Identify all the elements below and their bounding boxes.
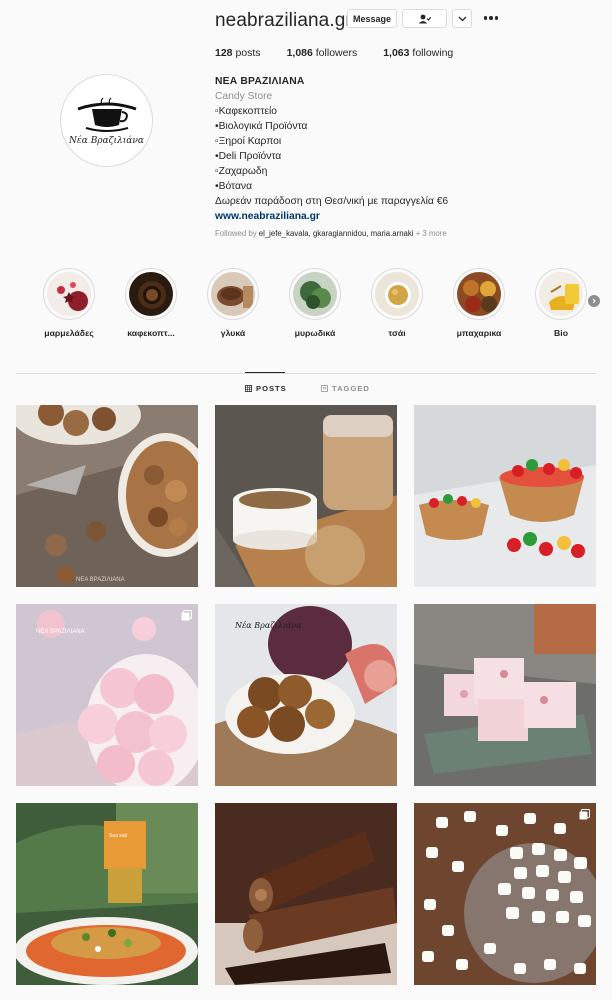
active-tab-indicator (245, 372, 285, 373)
post-thumbnail[interactable] (414, 405, 596, 587)
tab-tagged[interactable]: TAGGED (321, 384, 370, 393)
bio-line: ▫Καφεκοπτείο (215, 106, 277, 117)
highlight-label: τσάι (388, 328, 406, 338)
multiple-photos-icon (181, 610, 192, 621)
post-thumbnail[interactable] (215, 405, 397, 587)
post-thumbnail[interactable]: Νέα Βραζιλιάνα (215, 604, 397, 786)
highlight-label: Bio (554, 328, 568, 338)
avatar-logo-text: Νέα Βραζιλιάνα (69, 136, 144, 146)
post-thumbnail[interactable] (414, 803, 596, 985)
story-highlights: μαρμελάδες καφεκοπτ... γλυκά μυρωδικά τσ… (0, 268, 612, 348)
highlight-bio[interactable]: Bio (526, 268, 596, 338)
profile-header: Νέα Βραζιλιάνα neabraziliana.gr Message … (0, 0, 612, 250)
highlight-glyka[interactable]: γλυκά (198, 268, 268, 338)
highlight-tsai[interactable]: τσάι (362, 268, 432, 338)
profile-username: neabraziliana.gr (215, 10, 352, 31)
following-count[interactable]: 1,063 following (383, 47, 453, 59)
chevron-right-icon (592, 298, 596, 304)
bio-category: Candy Store (215, 91, 273, 102)
followed-by[interactable]: Followed by el_jefe_kavala, gkaragiannid… (215, 229, 447, 238)
tab-posts[interactable]: POSTS (245, 384, 287, 393)
tagged-user-icon (321, 385, 328, 392)
posts-count: 128 posts (215, 47, 261, 59)
chevron-down-icon (458, 16, 466, 21)
profile-bio: ΝΕΑ ΒΡΑΖΙΛΙΑΝΑ Candy Store ▫Καφεκοπτείο … (215, 74, 595, 224)
highlights-next-button[interactable] (588, 295, 600, 307)
bio-line: •Deli Προϊόντα (215, 151, 282, 162)
highlight-label: γλυκά (220, 328, 246, 338)
tabs-divider (16, 373, 596, 374)
svg-text:ΝΕΑ ΒΡΑΖΙΛΙΑΝΑ: ΝΕΑ ΒΡΑΖΙΛΙΑΝΑ (36, 629, 85, 635)
bio-line: ▫Ζαχαρωδη (215, 166, 268, 177)
coffee-cup-logo-icon (77, 97, 136, 132)
message-button[interactable]: Message (347, 9, 397, 28)
profile-avatar[interactable]: Νέα Βραζιλιάνα (60, 74, 153, 167)
post-thumbnail[interactable]: ΝΕΑ ΒΡΑΖΙΛΙΑΝΑ (16, 405, 198, 587)
post-thumbnail[interactable]: Sea salt (16, 803, 198, 985)
highlight-mpaxarika[interactable]: μπαχαρικα (444, 268, 514, 338)
post-thumbnail[interactable]: ΝΕΑ ΒΡΑΖΙΛΙΑΝΑ (16, 604, 198, 786)
bio-line: •Βότανα (215, 181, 253, 192)
bio-line: ▫Ξηροί Καρποι (215, 136, 282, 147)
svg-text:ΝΕΑ ΒΡΑΖΙΛΙΑΝΑ: ΝΕΑ ΒΡΑΖΙΛΙΑΝΑ (76, 577, 125, 583)
highlight-marmelades[interactable]: μαρμελάδες (34, 268, 104, 338)
highlight-label: μπαχαρικα (456, 328, 502, 338)
following-button[interactable] (402, 9, 447, 28)
bio-website-link[interactable]: www.neabraziliana.gr (215, 209, 595, 224)
user-check-icon (418, 14, 431, 23)
grid-icon (245, 385, 252, 392)
highlight-myrodika[interactable]: μυρωδικά (280, 268, 350, 338)
svg-text:Sea salt: Sea salt (109, 833, 128, 839)
posts-grid: ΝΕΑ ΒΡΑΖΙΛΙΑΝΑ ΝΕΑ ΒΡΑΖΙΛΙΑΝΑ Νέα Βραζιλ… (16, 405, 596, 1000)
highlight-label: μυρωδικά (294, 328, 336, 338)
followers-count[interactable]: 1,086 followers (287, 47, 358, 59)
suggested-dropdown-button[interactable] (452, 9, 472, 28)
multiple-photos-icon (579, 809, 590, 820)
bio-line: Δωρεάν παράδοση στη Θεσ/νική με παραγγελ… (215, 196, 449, 207)
bio-name: ΝΕΑ ΒΡΑΖΙΛΙΑΝΑ (215, 76, 305, 87)
highlight-coffee[interactable]: καφεκοπτ... (116, 268, 186, 338)
profile-stats: 128 posts 1,086 followers 1,063 followin… (215, 47, 479, 59)
post-thumbnail[interactable] (215, 803, 397, 985)
highlight-label: μαρμελάδες (44, 328, 94, 338)
svg-text:Νέα Βραζιλιάνα: Νέα Βραζιλιάνα (234, 621, 302, 630)
more-options-icon[interactable] (482, 10, 500, 26)
highlight-label: καφεκοπτ... (127, 328, 175, 338)
bio-line: •Βιολογικά Προϊόντα (215, 121, 308, 132)
post-thumbnail[interactable] (414, 604, 596, 786)
